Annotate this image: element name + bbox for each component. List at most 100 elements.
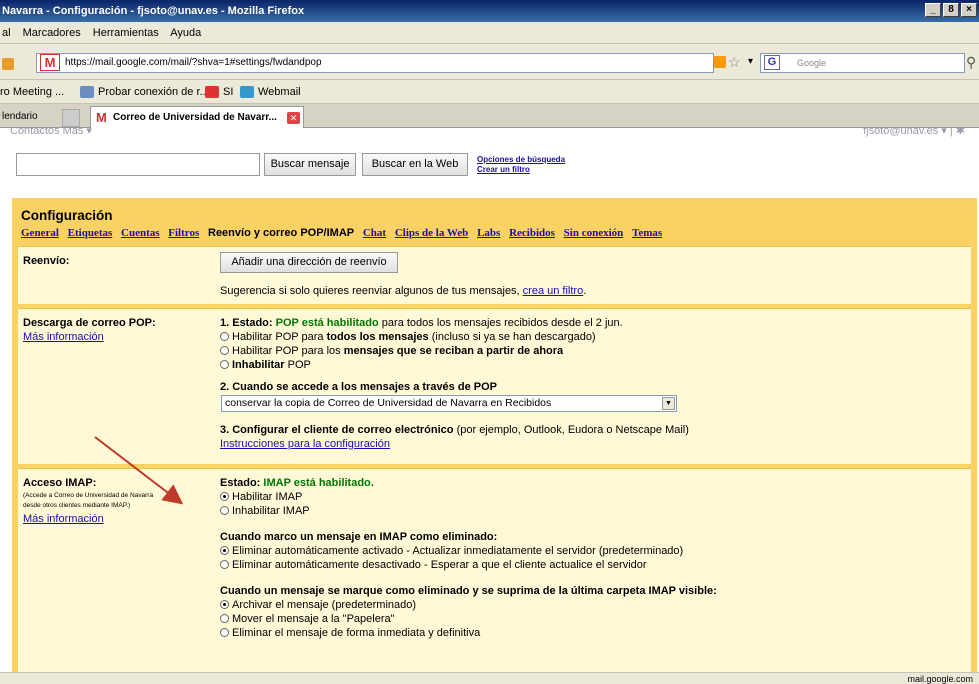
- select-value: conservar la copia de Correo de Universi…: [225, 397, 552, 409]
- radio-icon[interactable]: [220, 546, 229, 555]
- gmail-tab-icon: M: [96, 110, 107, 125]
- opt-text-bold: Inhabilitar: [232, 359, 285, 371]
- bookmark-label: SI: [223, 86, 234, 98]
- opt-text: Eliminar automáticamente activado - Actu…: [232, 545, 684, 557]
- google-bar-left[interactable]: Contactos Más ▾: [10, 128, 92, 137]
- mail-icon: [240, 86, 254, 98]
- bookmark-connection-test[interactable]: Probar conexión de r...: [80, 80, 209, 104]
- tab-web-clips[interactable]: Clips de la Web: [395, 227, 468, 239]
- tab-labels[interactable]: Etiquetas: [68, 227, 113, 239]
- forwarding-section: Reenvío: Añadir una dirección de reenvío…: [18, 246, 971, 304]
- bookmark-star-icon[interactable]: ☆: [728, 54, 741, 71]
- search-web-button[interactable]: Buscar en la Web: [362, 153, 468, 176]
- close-icon[interactable]: ✕: [287, 112, 300, 124]
- tab-offline[interactable]: Sin conexión: [564, 227, 624, 239]
- status-domain: mail.google.com: [907, 674, 973, 684]
- tab-accounts[interactable]: Cuentas: [121, 227, 160, 239]
- settings-panel: Configuración General Etiquetas Cuentas …: [12, 198, 977, 672]
- search-input[interactable]: Google: [760, 53, 965, 73]
- radio-icon[interactable]: [220, 506, 229, 515]
- minimize-button[interactable]: _: [925, 3, 941, 17]
- radio-icon[interactable]: [220, 560, 229, 569]
- tab-chat[interactable]: Chat: [363, 227, 386, 239]
- menu-item-help[interactable]: Ayuda: [170, 27, 201, 39]
- imap-expunge-trash[interactable]: Mover el mensaje a la "Papelera": [220, 613, 395, 625]
- radio-icon[interactable]: [220, 628, 229, 637]
- hint-text: Sugerencia si solo quieres reenviar algu…: [220, 285, 523, 297]
- bookmark-label: ro Meeting ...: [0, 86, 65, 98]
- pop-option-all[interactable]: Habilitar POP para todos los mensajes (i…: [220, 331, 596, 343]
- rss-icon[interactable]: [714, 56, 726, 68]
- imap-enable-option[interactable]: Habilitar IMAP: [220, 491, 302, 503]
- config-title: 3. Configurar el cliente de correo elect…: [220, 424, 454, 436]
- window-title: Navarra - Configuración - fjsoto@unav.es…: [2, 5, 305, 17]
- pop-option-disable[interactable]: Inhabilitar POP: [220, 359, 311, 371]
- menu-item-bookmarks[interactable]: Marcadores: [23, 27, 81, 39]
- bookmark-label: Probar conexión de r...: [98, 86, 209, 98]
- search-engine-icon[interactable]: G: [764, 55, 780, 70]
- tab-labs[interactable]: Labs: [477, 227, 500, 239]
- imap-sub-2: desde otros clientes mediante IMAP.): [23, 502, 131, 509]
- tab-filters[interactable]: Filtros: [168, 227, 199, 239]
- pop-section: Descarga de correo POP: Más información …: [18, 308, 971, 464]
- navigation-bar: https://mail.google.com/mail/?shva=1#set…: [0, 44, 979, 80]
- maximize-button[interactable]: 8: [943, 3, 959, 17]
- search-icon[interactable]: ⚲: [966, 54, 976, 71]
- chevron-down-icon[interactable]: ▾: [748, 56, 753, 67]
- imap-delete-auto-off[interactable]: Eliminar automáticamente desactivado - E…: [220, 559, 647, 571]
- imap-status: Estado: IMAP está habilitado.: [220, 477, 374, 489]
- opt-text: Mover el mensaje a la "Papelera": [232, 613, 395, 625]
- pop-more-info-link[interactable]: Más información: [23, 331, 104, 343]
- radio-icon[interactable]: [220, 614, 229, 623]
- radio-icon[interactable]: [220, 492, 229, 501]
- pop-option-new[interactable]: Habilitar POP para los mensajes que se r…: [220, 345, 563, 357]
- tab-gmail[interactable]: Correo de Universidad de Navarr...: [90, 106, 304, 129]
- opt-text: Eliminar automáticamente desactivado - E…: [232, 559, 647, 571]
- radio-icon[interactable]: [220, 360, 229, 369]
- radio-icon[interactable]: [220, 346, 229, 355]
- si-icon: [205, 86, 219, 98]
- imap-section: Acceso IMAP: (Accede a Correo de Univers…: [18, 468, 971, 672]
- google-bar-right[interactable]: fjsoto@unav.es ▾ | ✱: [863, 128, 965, 137]
- radio-icon[interactable]: [220, 332, 229, 341]
- opt-text: Eliminar el mensaje de forma inmediata y…: [232, 627, 481, 639]
- tab-blank[interactable]: [62, 109, 80, 127]
- search-options-link[interactable]: Opciones de búsqueda: [477, 155, 565, 165]
- opt-text: Inhabilitar IMAP: [232, 505, 310, 517]
- imap-expunge-title: Cuando un mensaje se marque como elimina…: [220, 585, 717, 597]
- tab-calendar[interactable]: lendario: [0, 107, 60, 128]
- menu-item-tools[interactable]: Herramientas: [93, 27, 159, 39]
- status-bar: mail.google.com: [0, 672, 979, 684]
- url-bar[interactable]: https://mail.google.com/mail/?shva=1#set…: [36, 53, 714, 73]
- imap-delete-auto-on[interactable]: Eliminar automáticamente activado - Actu…: [220, 545, 683, 557]
- tab-inbox[interactable]: Recibidos: [509, 227, 555, 239]
- imap-expunge-archive[interactable]: Archivar el mensaje (predeterminado): [220, 599, 416, 611]
- create-filter-link[interactable]: Crear un filtro: [477, 165, 565, 175]
- tab-general[interactable]: General: [21, 227, 59, 239]
- menu-item-view[interactable]: al: [2, 27, 11, 39]
- tab-forwarding-pop-imap[interactable]: Reenvío y correo POP/IMAP: [208, 227, 354, 239]
- tab-themes[interactable]: Temas: [632, 227, 662, 239]
- mail-search-input[interactable]: [16, 153, 260, 176]
- pop-access-select[interactable]: conservar la copia de Correo de Universi…: [221, 395, 677, 412]
- imap-disable-option[interactable]: Inhabilitar IMAP: [220, 505, 310, 517]
- home-icon[interactable]: [2, 58, 14, 70]
- bookmark-si[interactable]: SI: [205, 80, 233, 104]
- add-forwarding-button[interactable]: Añadir una dirección de reenvío: [220, 252, 398, 273]
- imap-status-value: IMAP está habilitado.: [263, 477, 374, 489]
- bookmark-meeting[interactable]: ro Meeting ...: [0, 80, 64, 104]
- imap-expunge-delete[interactable]: Eliminar el mensaje de forma inmediata y…: [220, 627, 480, 639]
- menu-bar: al Marcadores Herramientas Ayuda: [0, 22, 979, 44]
- search-mail-button[interactable]: Buscar mensaje: [264, 153, 356, 176]
- config-instructions-link[interactable]: Instrucciones para la configuración: [220, 438, 390, 450]
- page-content: Contactos Más ▾ fjsoto@unav.es ▾ | ✱ Bus…: [0, 128, 979, 672]
- imap-more-info-link[interactable]: Más información: [23, 513, 104, 525]
- opt-text-bold: todos los mensajes: [326, 331, 429, 343]
- imap-status-prefix: Estado:: [220, 477, 264, 489]
- chevron-down-icon[interactable]: ▼: [662, 397, 675, 410]
- radio-icon[interactable]: [220, 600, 229, 609]
- bookmark-webmail[interactable]: Webmail: [240, 80, 301, 104]
- opt-text: POP: [284, 359, 311, 371]
- create-filter-hint-link[interactable]: crea un filtro: [523, 285, 584, 297]
- close-button[interactable]: ×: [961, 3, 977, 17]
